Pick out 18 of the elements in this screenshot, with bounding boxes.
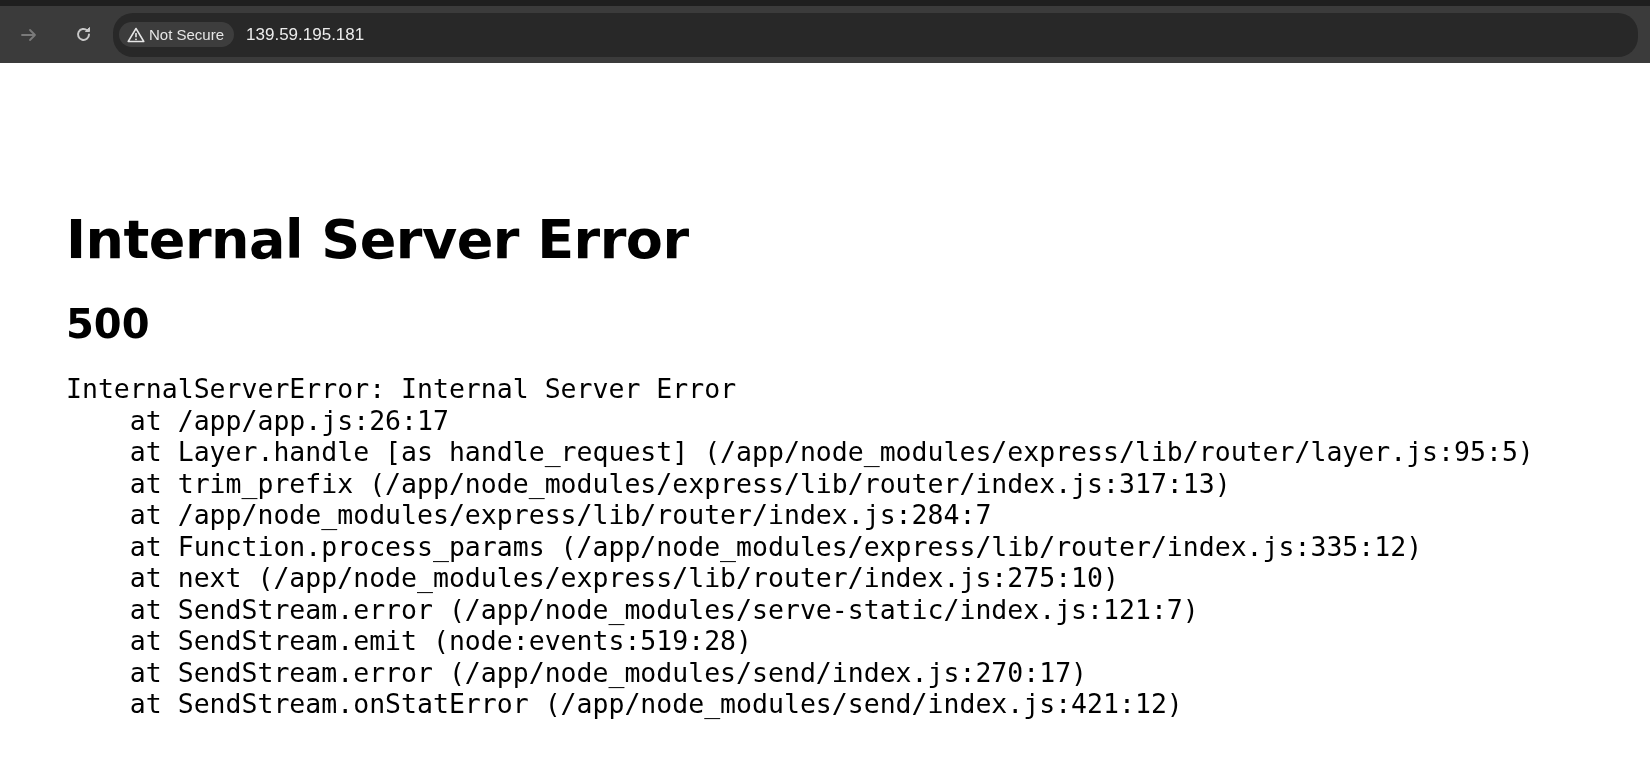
stack-frame: at next (/app/node_modules/express/lib/router/index.js:275:10) (66, 562, 1650, 594)
stack-frame: at /app/app.js:26:17 (66, 404, 1650, 436)
url-text: 139.59.195.181 (246, 24, 365, 45)
reload-icon (74, 25, 93, 44)
status-code: 500 (66, 301, 151, 347)
stack-frame: at Layer.handle [as handle_request] (/app/node_modules/express/lib/router/layer.js:95:5) (66, 436, 1650, 468)
security-chip[interactable]: Not Secure (119, 22, 235, 47)
stack-frame: at trim_prefix (/app/node_modules/express/lib/router/index.js:317:13) (66, 467, 1650, 499)
stack-frame: at SendStream.onStatError (/app/node_modules/send/index.js:421:12) (66, 688, 1650, 720)
stack-frame: at SendStream.emit (node:events:519:28) (66, 625, 1650, 657)
address-bar[interactable]: Not Secure 139.59.195.181 (113, 12, 1638, 57)
stack-frame: at /app/node_modules/express/lib/router/index.js:284:7 (66, 499, 1650, 531)
stack-frame: at Function.process_params (/app/node_modules/express/lib/router/index.js:335:12) (66, 530, 1650, 562)
error-message: InternalServerError: Internal Server Error (66, 373, 738, 405)
page-heading: Internal Server Error (66, 208, 690, 271)
warning-icon (127, 26, 145, 43)
stack-frame: at SendStream.error (/app/node_modules/serve-static/index.js:121:7) (66, 593, 1650, 625)
stack-frame: at SendStream.error (/app/node_modules/send/index.js:270:17) (66, 656, 1650, 688)
